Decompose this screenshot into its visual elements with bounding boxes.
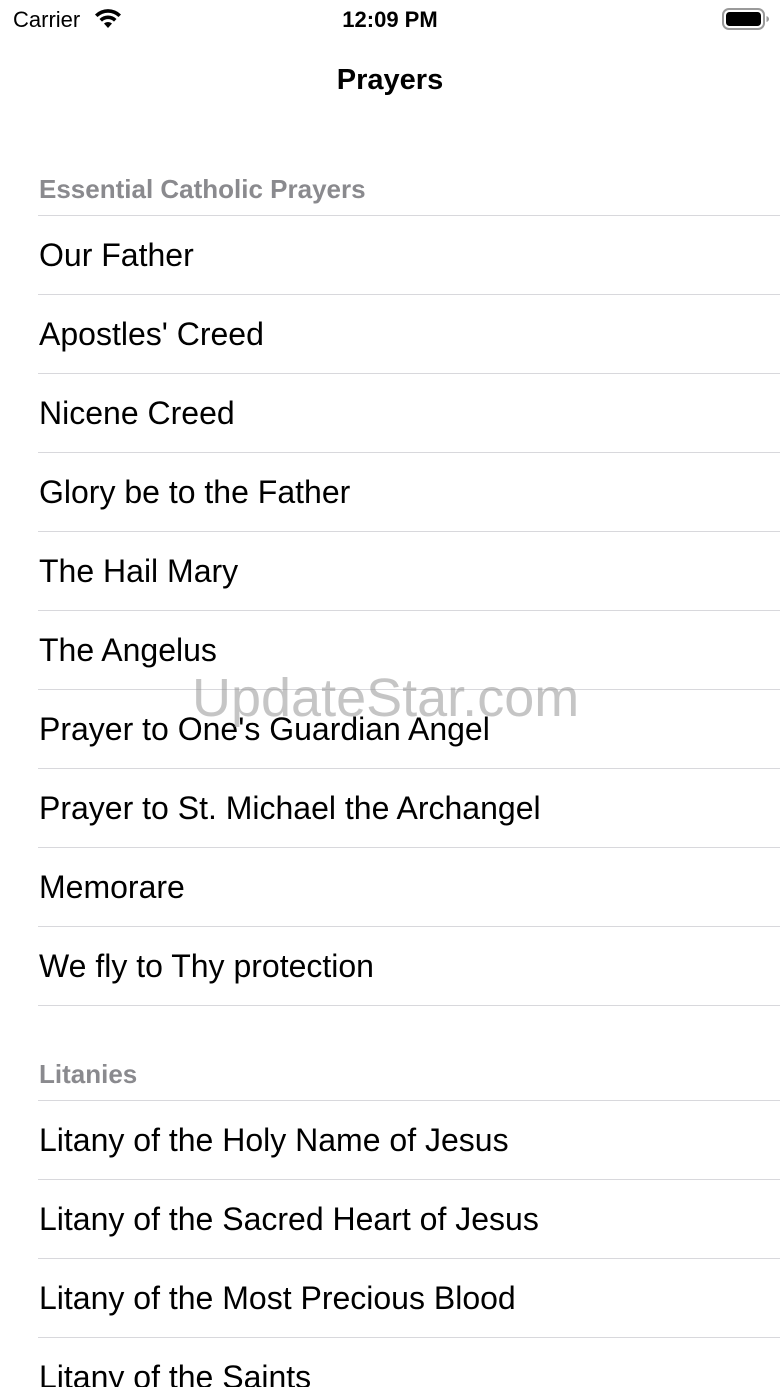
separator [38,847,780,848]
list-item[interactable]: Litany of the Sacred Heart of Jesus [0,1179,780,1258]
list-item[interactable]: Prayer to One's Guardian Angel [0,689,780,768]
list-item-label: Our Father [39,237,194,273]
separator [38,373,780,374]
separator [38,452,780,453]
section-header: Litanies [39,1059,138,1089]
list-item[interactable]: Litany of the Saints [0,1337,780,1387]
list-item[interactable]: Prayer to St. Michael the Archangel [0,768,780,847]
page-title: Prayers [336,64,444,96]
list-item-label: Litany of the Most Precious Blood [39,1280,516,1316]
list-item[interactable]: Our Father [0,215,780,294]
list-item-label: We fly to Thy protection [39,948,374,984]
separator [38,294,780,295]
list-item-label: The Angelus [39,632,217,668]
list-item[interactable]: Litany of the Most Precious Blood [0,1258,780,1337]
list-item-label: Prayer to One's Guardian Angel [39,711,490,747]
list-item-label: Litany of the Sacred Heart of Jesus [39,1201,539,1237]
prayers-screen: Carrier 12:09 PM Prayers Essential Catho… [0,0,780,1387]
list-item[interactable]: Litany of the Holy Name of Jesus [0,1100,780,1179]
separator [38,1100,780,1101]
list-item-label: Apostles' Creed [39,316,264,352]
battery-icon [722,7,770,31]
separator [38,610,780,611]
section-header: Essential Catholic Prayers [39,174,366,204]
separator [38,1258,780,1259]
separator [38,689,780,690]
separator [38,531,780,532]
list-item[interactable]: The Angelus [0,610,780,689]
list-item[interactable]: Glory be to the Father [0,452,780,531]
list-item[interactable]: We fly to Thy protection [0,926,780,1005]
list-item[interactable]: Nicene Creed [0,373,780,452]
list-item-label: The Hail Mary [39,553,239,589]
list-item[interactable]: Memorare [0,847,780,926]
list-item[interactable]: Apostles' Creed [0,294,780,373]
list-item-label: Litany of the Holy Name of Jesus [39,1122,509,1158]
status-bar: Carrier 12:09 PM [0,0,780,40]
list-item-label: Litany of the Saints [39,1359,312,1387]
status-time: 12:09 PM [342,7,438,32]
separator [38,1179,780,1180]
list-item-label: Prayer to St. Michael the Archangel [39,790,541,826]
separator [38,1337,780,1338]
separator [38,215,780,216]
list-item-label: Nicene Creed [39,395,235,431]
separator [38,926,780,927]
separator [38,768,780,769]
separator [38,1005,780,1006]
list-item-label: Memorare [39,869,185,905]
list-item-label: Glory be to the Father [39,474,351,510]
list-item[interactable]: The Hail Mary [0,531,780,610]
